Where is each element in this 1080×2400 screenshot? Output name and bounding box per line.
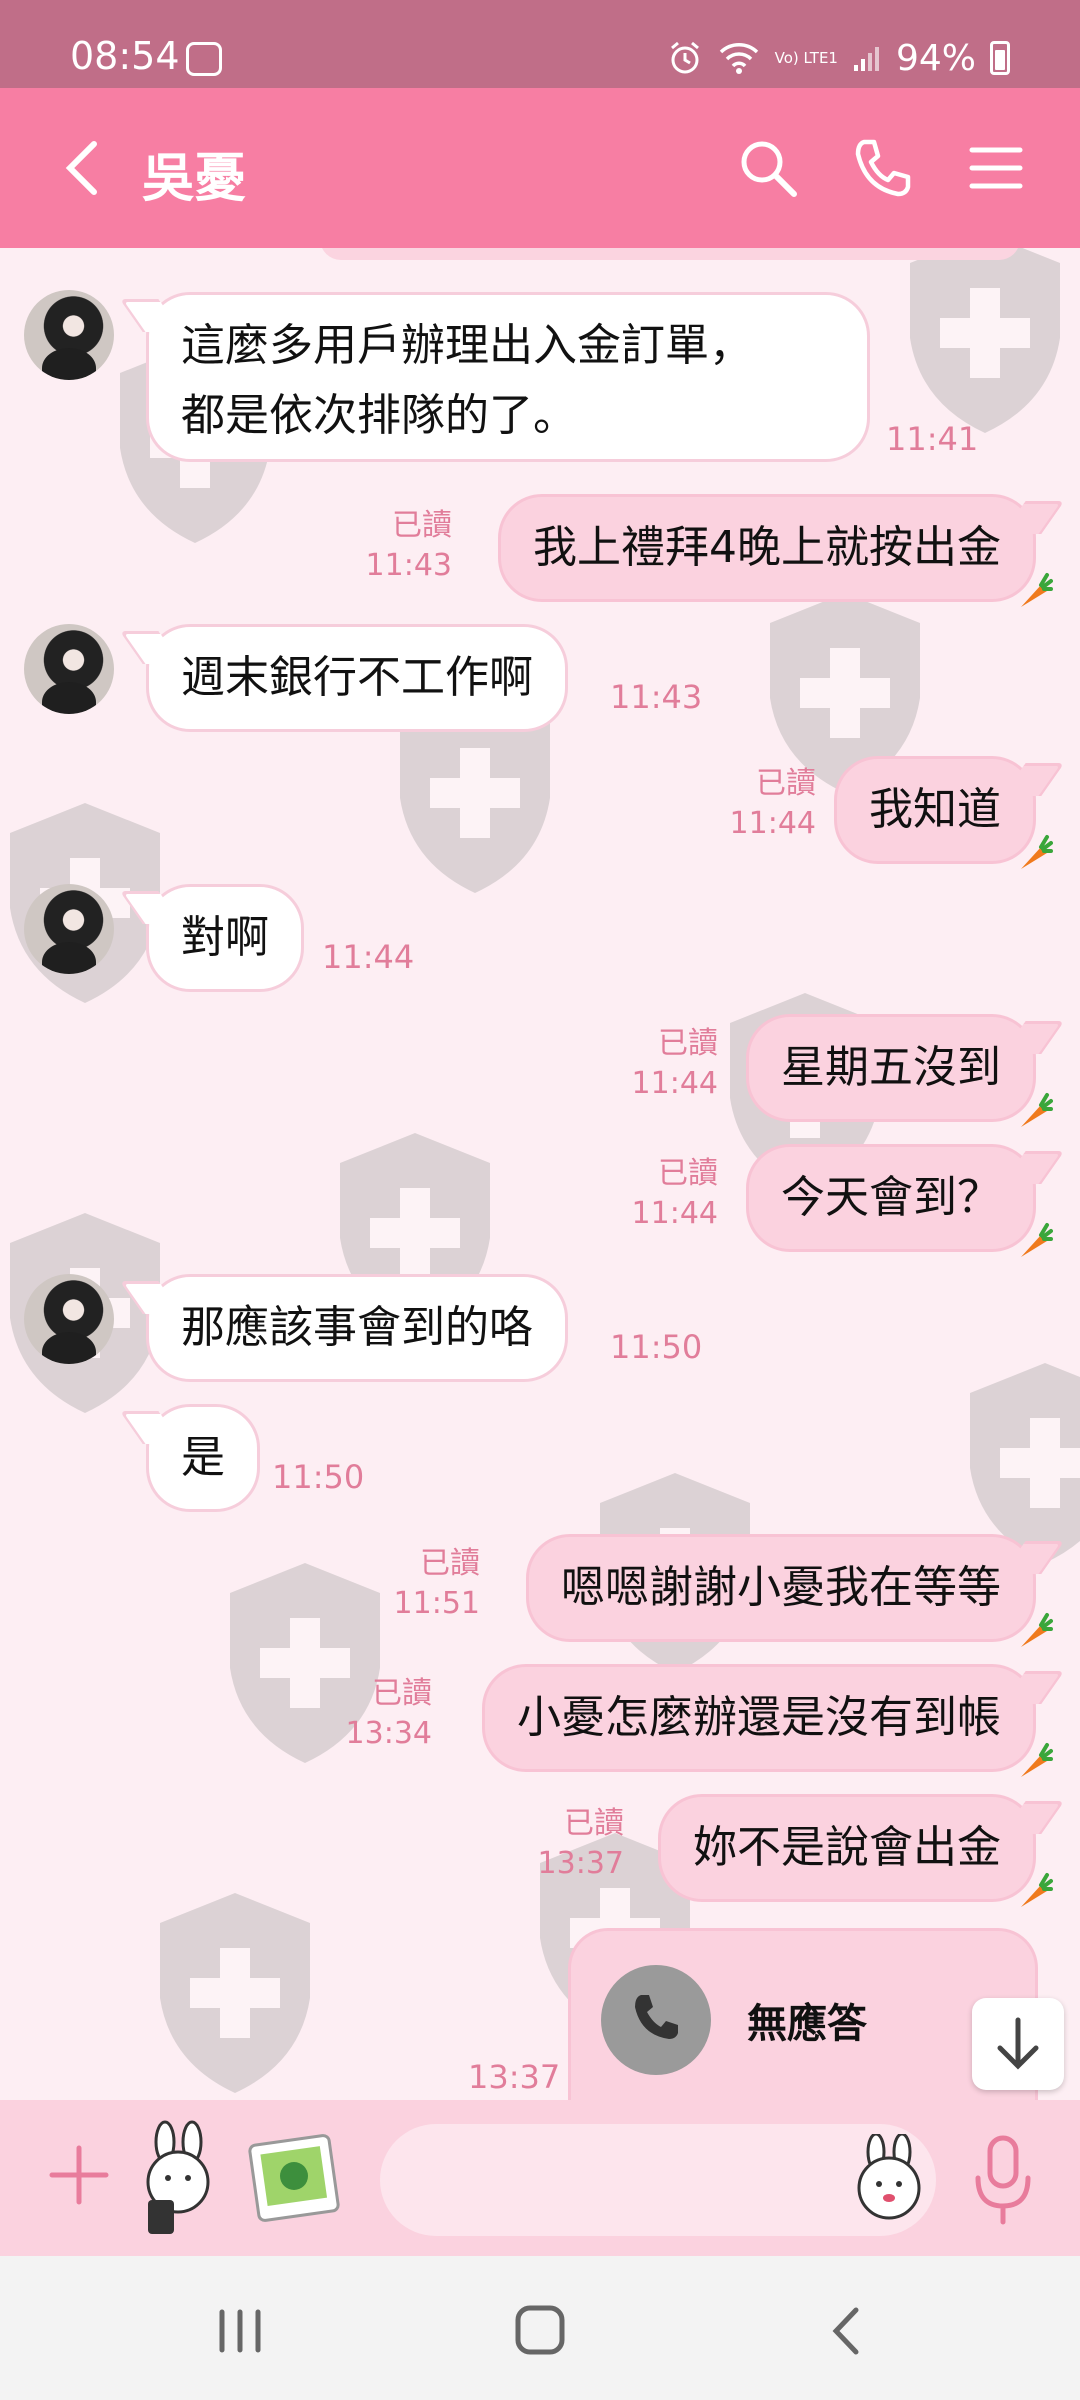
message-text: 週末銀行不工作啊 [181, 652, 533, 703]
message-meta: 已讀 13:37 [538, 1804, 624, 1884]
read-status: 已讀 [420, 1546, 480, 1581]
message-bubble-outgoing[interactable]: 我知道 [834, 756, 1053, 869]
network-type: Vo) LTE1 [774, 49, 838, 67]
message-bubble-outgoing[interactable]: 妳不是說會出金 [658, 1794, 1053, 1907]
carrot-icon [1021, 1093, 1053, 1127]
message-bubble-outgoing[interactable]: 今天會到？ [746, 1144, 1053, 1257]
message-text: 妳不是說會出金 [693, 1822, 1001, 1873]
call-status-label: 無應答 [747, 2001, 867, 2047]
read-status: 已讀 [564, 1806, 624, 1841]
message-text: 那應該事會到的咯 [181, 1302, 533, 1353]
message-time: 11:51 [393, 1586, 480, 1621]
previous-message-stub [320, 248, 1020, 260]
message-bubble-outgoing[interactable]: 我上禮拜4晚上就按出金 [498, 494, 1053, 607]
message-meta: 已讀 11:44 [730, 764, 816, 844]
carrot-icon [1021, 1223, 1053, 1257]
contact-avatar[interactable] [24, 884, 114, 974]
menu-icon[interactable] [962, 134, 1030, 202]
watermark-shield-icon [160, 1893, 310, 2093]
message-meta: 已讀 11:44 [632, 1154, 718, 1234]
message-text: 對啊 [181, 912, 269, 963]
message-text: 我上禮拜4晚上就按出金 [533, 522, 1001, 573]
message-time: 11:43 [365, 548, 452, 583]
message-bubble-outgoing[interactable]: 小憂怎麼辦還是沒有到帳 [482, 1664, 1053, 1777]
message-meta: 已讀 13:34 [346, 1674, 432, 1754]
message-meta: 已讀 11:43 [366, 506, 452, 586]
message-meta: 已讀 11:44 [632, 1024, 718, 1104]
call-time: 13:37 [468, 2058, 561, 2096]
alarm-icon [670, 41, 699, 74]
notification-app-icon [186, 42, 222, 76]
read-status: 已讀 [658, 1026, 718, 1061]
carrot-icon [1021, 1613, 1053, 1647]
message-time: 11:41 [886, 420, 979, 458]
contact-avatar[interactable] [24, 290, 114, 380]
message-time: 11:44 [631, 1066, 718, 1101]
message-bubble-incoming[interactable]: 是 [146, 1404, 260, 1512]
message-time: 11:44 [322, 938, 415, 976]
carrot-icon [1021, 1743, 1053, 1777]
message-text-line: 這麼多用戶辦理出入金訂單， [181, 320, 753, 371]
message-meta: 已讀 11:51 [394, 1544, 480, 1624]
status-indicators: Vo) LTE1 94% [667, 36, 1010, 80]
contact-avatar[interactable] [24, 1274, 114, 1364]
sticker-icon[interactable] [130, 2120, 230, 2240]
message-text: 是 [181, 1432, 225, 1483]
back-nav-icon[interactable] [808, 2296, 888, 2366]
arrow-down-icon [997, 2017, 1039, 2070]
phone-call-icon[interactable] [848, 134, 916, 202]
recent-apps-icon[interactable] [200, 2296, 280, 2366]
message-bubble-incoming[interactable]: 對啊 [146, 884, 304, 992]
message-text: 我知道 [869, 784, 1001, 835]
carrot-icon [1021, 835, 1053, 869]
signal-icon [853, 47, 879, 71]
carrot-icon [1021, 573, 1053, 607]
chat-header: 吳憂 [0, 88, 1080, 248]
message-time: 11:43 [610, 678, 703, 716]
message-bubble-incoming[interactable]: 這麼多用戶辦理出入金訂單， 都是依次排隊的了。 [146, 292, 870, 462]
status-bar: 08:54 Vo) LTE1 94% [0, 0, 1080, 88]
message-text: 今天會到？ [781, 1172, 1001, 1223]
read-status: 已讀 [658, 1156, 718, 1191]
battery-level: 94% [895, 37, 976, 79]
photo-icon[interactable] [248, 2132, 340, 2224]
wifi-icon [719, 43, 758, 74]
battery-icon [990, 41, 1010, 75]
emoji-icon[interactable] [844, 2134, 934, 2224]
home-icon[interactable] [500, 2296, 580, 2366]
message-time: 13:34 [345, 1716, 432, 1751]
watermark-shield-icon [910, 248, 1060, 433]
message-bubble-incoming[interactable]: 週末銀行不工作啊 [146, 624, 568, 732]
scroll-to-bottom-button[interactable] [972, 1998, 1064, 2090]
chat-messages[interactable]: 這麼多用戶辦理出入金訂單， 都是依次排隊的了。 11:41 已讀 11:43 我… [0, 248, 1080, 2100]
status-time: 08:54 [70, 34, 180, 78]
read-status: 已讀 [756, 766, 816, 801]
message-bubble-outgoing[interactable]: 星期五沒到 [746, 1014, 1053, 1127]
plus-icon[interactable] [44, 2140, 114, 2210]
message-text: 小憂怎麼辦還是沒有到帳 [517, 1692, 1001, 1743]
system-nav-bar [0, 2256, 1080, 2400]
message-time: 11:50 [610, 1328, 703, 1366]
message-text: 星期五沒到 [781, 1042, 1001, 1093]
read-status: 已讀 [392, 508, 452, 543]
message-input-bar [0, 2100, 1080, 2256]
back-button[interactable] [50, 132, 120, 204]
message-time: 11:44 [631, 1196, 718, 1231]
message-time: 11:44 [729, 806, 816, 841]
read-status: 已讀 [372, 1676, 432, 1711]
message-bubble-incoming[interactable]: 那應該事會到的咯 [146, 1274, 568, 1382]
carrot-icon [1021, 1873, 1053, 1907]
contact-avatar[interactable] [24, 624, 114, 714]
chat-title: 吳憂 [142, 149, 247, 209]
missed-call-card[interactable]: 無應答 [568, 1928, 1038, 2100]
message-bubble-outgoing[interactable]: 嗯嗯謝謝小憂我在等等 [526, 1534, 1053, 1647]
call-icon-circle [601, 1965, 711, 2075]
message-time: 13:37 [537, 1846, 624, 1881]
phone-icon [635, 1995, 678, 2039]
microphone-icon[interactable] [968, 2130, 1038, 2230]
message-text: 嗯嗯謝謝小憂我在等等 [561, 1562, 1001, 1613]
message-text-line: 都是依次排隊的了。 [181, 390, 577, 441]
message-time: 11:50 [272, 1458, 365, 1496]
search-icon[interactable] [734, 134, 802, 202]
